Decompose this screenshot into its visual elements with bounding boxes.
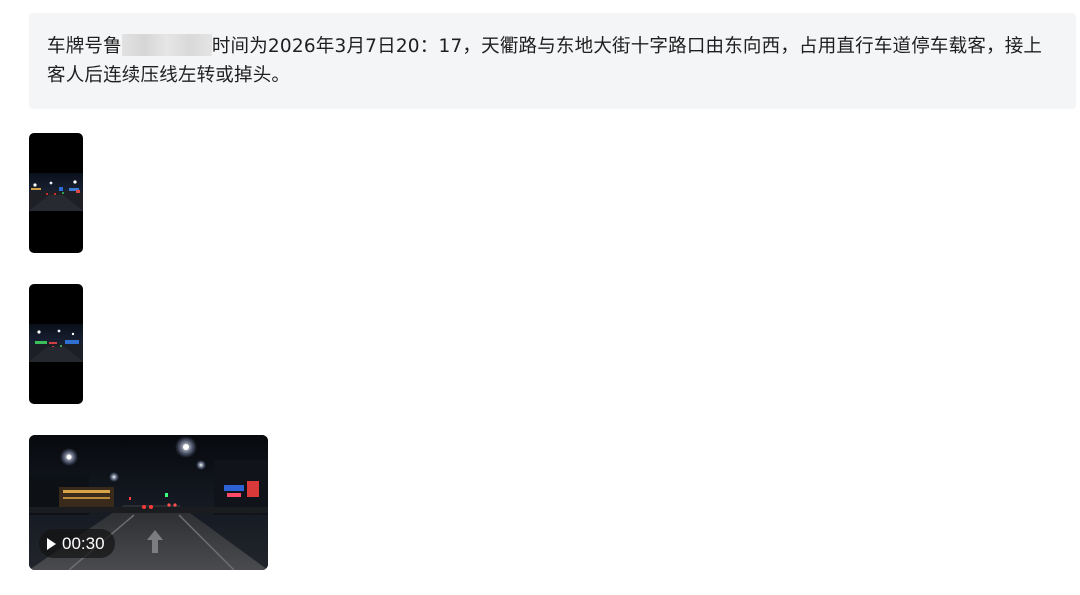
image-attachment-2[interactable] <box>29 284 83 404</box>
message-text-prefix: 车牌号鲁 <box>47 36 122 57</box>
message-bubble: 车牌号鲁 时间为2026年3月7日20：17，天衢路与东地大街十字路口由东向西，占… <box>29 13 1076 109</box>
video-duration-badge: 00:30 <box>39 529 115 558</box>
image-attachment-2-content <box>29 324 83 362</box>
image-attachment-1[interactable] <box>29 133 83 253</box>
image-attachment-1-content <box>29 173 83 211</box>
redacted-plate-number <box>121 34 212 56</box>
play-icon <box>47 537 56 550</box>
video-attachment[interactable]: 00:30 <box>29 435 268 570</box>
video-duration: 00:30 <box>62 533 105 553</box>
